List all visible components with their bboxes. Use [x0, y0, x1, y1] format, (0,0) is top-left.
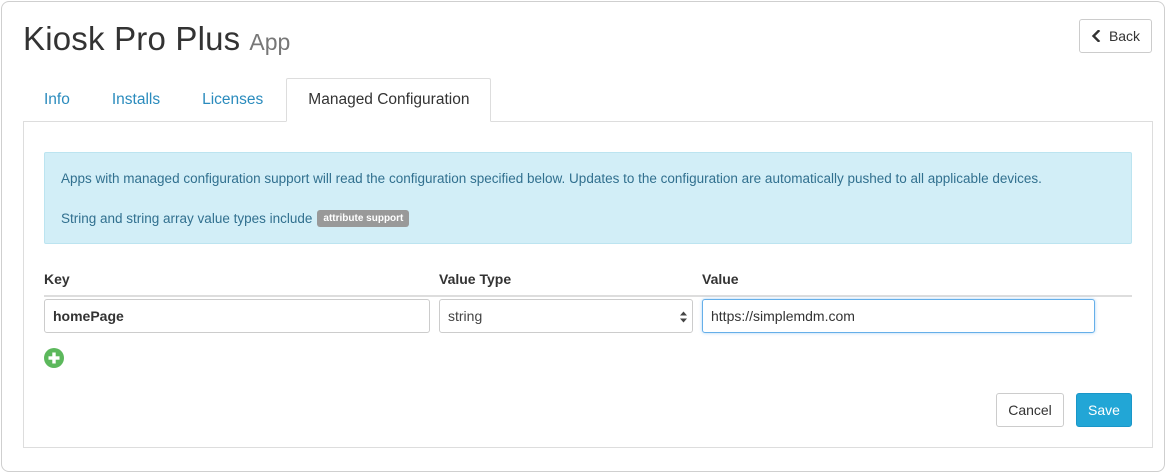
value-input[interactable]	[702, 299, 1095, 333]
tab-bar: Info Installs Licenses Managed Configura…	[23, 78, 492, 122]
tab-installs[interactable]: Installs	[91, 78, 181, 122]
attribute-support-badge: attribute support	[317, 210, 410, 227]
save-button[interactable]: Save	[1076, 393, 1132, 427]
page-title: Kiosk Pro Plus App	[23, 20, 290, 58]
info-alert: Apps with managed configuration support …	[44, 152, 1132, 244]
select-arrows-icon	[680, 311, 687, 323]
app-type-label: App	[249, 29, 291, 55]
chevron-left-icon	[1091, 30, 1101, 42]
back-label: Back	[1108, 28, 1141, 44]
cancel-button[interactable]: Cancel	[996, 393, 1064, 427]
column-header-value-type: Value Type	[439, 271, 512, 287]
app-window: Kiosk Pro Plus App Back Info Installs Li…	[1, 1, 1165, 472]
plus-circle-icon[interactable]	[44, 348, 64, 368]
column-header-value: Value	[702, 271, 739, 287]
value-type-selected: string	[448, 308, 483, 324]
tab-info[interactable]: Info	[23, 78, 91, 122]
tab-managed-configuration[interactable]: Managed Configuration	[286, 78, 492, 122]
alert-message: Apps with managed configuration support …	[61, 171, 1042, 186]
alert-note: String and string array value types incl…	[61, 210, 410, 227]
value-type-select[interactable]: string	[439, 299, 693, 333]
alert-note-text: String and string array value types incl…	[61, 211, 313, 226]
header-divider	[44, 295, 1132, 297]
tab-licenses[interactable]: Licenses	[181, 78, 284, 122]
managed-configuration-panel: Apps with managed configuration support …	[23, 121, 1153, 448]
app-name: Kiosk Pro Plus	[23, 20, 241, 57]
back-button[interactable]: Back	[1079, 19, 1152, 53]
column-header-key: Key	[44, 271, 70, 287]
key-input[interactable]	[44, 299, 430, 333]
